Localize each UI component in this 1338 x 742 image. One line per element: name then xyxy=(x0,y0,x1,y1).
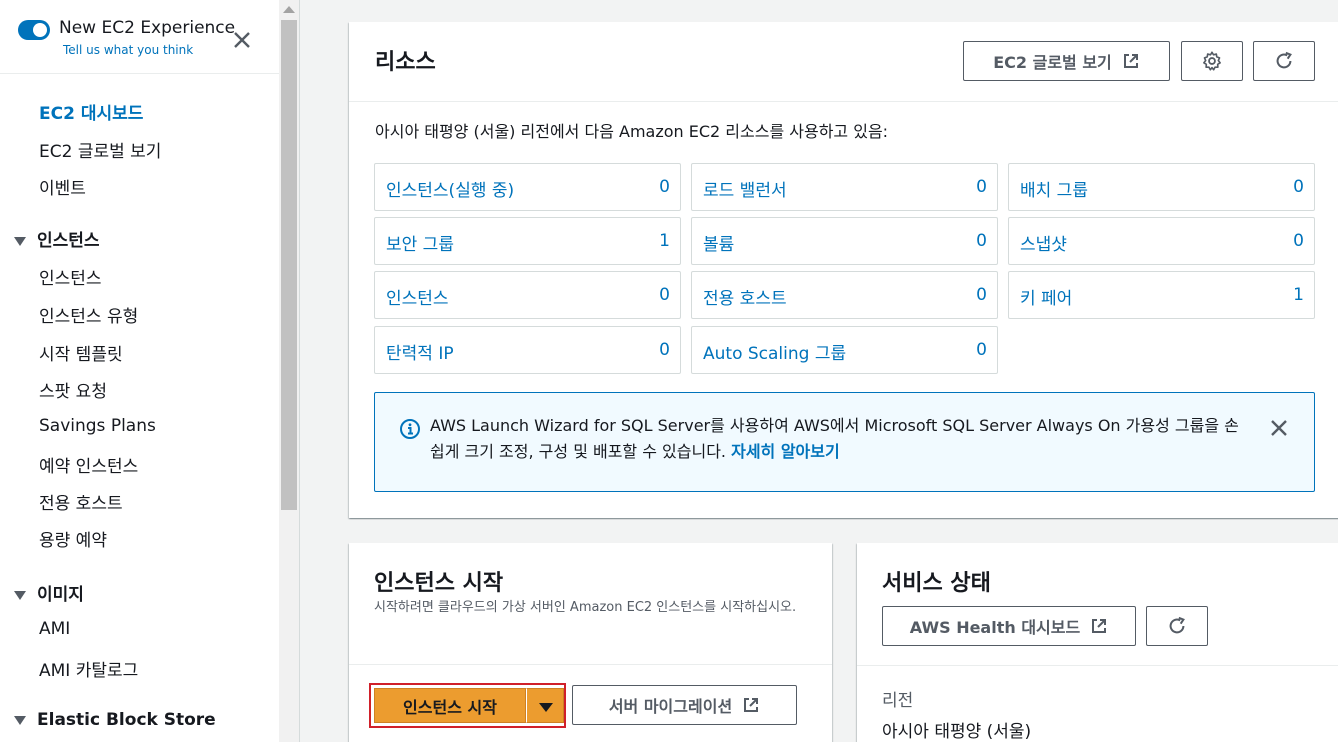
service-health-title: 서비스 상태 xyxy=(882,571,991,596)
caret-down-icon xyxy=(14,236,26,246)
settings-button[interactable] xyxy=(1181,41,1243,81)
external-link-icon xyxy=(1092,619,1107,633)
close-icon[interactable] xyxy=(230,28,254,52)
sidebar-item-ami-catalog[interactable]: AMI 카탈로그 xyxy=(39,656,138,681)
resource-tile-count: 0 xyxy=(976,340,987,360)
sidebar-section-instances[interactable]: 인스턴스 xyxy=(14,226,100,251)
resource-tile[interactable]: 전용 호스트 0 xyxy=(691,271,998,319)
sidebar-item-capacity-reservations[interactable]: 용량 예약 xyxy=(39,526,107,551)
server-migration-label: 서버 마이그레이션 xyxy=(608,697,733,716)
close-icon[interactable] xyxy=(1268,417,1290,439)
sidebar-header: New EC2 Experience Tell us what you thin… xyxy=(0,0,279,74)
caret-down-icon xyxy=(14,590,26,600)
launch-instance-button[interactable]: 인스턴스 시작 xyxy=(374,688,526,723)
resources-description: 아시아 태평양 (서울) 리전에서 다음 Amazon EC2 리소스를 사용하… xyxy=(375,122,889,141)
region-value: 아시아 태평양 (서울) xyxy=(882,722,1032,742)
resource-tile-count: 0 xyxy=(659,340,670,360)
resource-tile-label: 로드 밸런서 xyxy=(703,181,787,201)
resource-tile[interactable]: 인스턴스 0 xyxy=(374,271,681,319)
resource-tile[interactable]: 키 페어 1 xyxy=(1008,271,1315,319)
sidebar-item-instances[interactable]: 인스턴스 xyxy=(39,264,102,289)
sidebar-item-ami[interactable]: AMI xyxy=(39,619,70,639)
resource-tile-count: 0 xyxy=(1293,177,1304,197)
new-experience-label: New EC2 Experience xyxy=(59,18,236,38)
scroll-up-arrow-icon[interactable] xyxy=(283,6,295,13)
refresh-button[interactable] xyxy=(1253,41,1315,81)
sidebar-item-ec2-dashboard[interactable]: EC2 대시보드 xyxy=(39,99,143,124)
sidebar-item-ec2-global-view[interactable]: EC2 글로벌 보기 xyxy=(39,137,161,162)
service-health-panel: 서비스 상태 AWS Health 대시보드 리전 아시아 태평양 (서울) xyxy=(857,543,1338,742)
resource-tile[interactable]: 인스턴스(실행 중) 0 xyxy=(374,163,681,211)
external-link-icon xyxy=(744,698,759,712)
caret-down-icon xyxy=(539,703,553,712)
region-label: 리전 xyxy=(882,691,914,711)
resource-tile-count: 0 xyxy=(976,231,987,251)
launch-instance-dropdown-button[interactable] xyxy=(526,688,564,723)
resource-tile-label: 키 페어 xyxy=(1020,289,1073,309)
resource-tile-label: 보안 그룹 xyxy=(386,235,454,255)
sidebar-item-instance-types[interactable]: 인스턴스 유형 xyxy=(39,302,138,327)
resource-tile-label: 인스턴스(실행 중) xyxy=(386,181,515,201)
ec2-global-view-label: EC2 글로벌 보기 xyxy=(993,53,1112,72)
resource-tile[interactable]: 로드 밸런서 0 xyxy=(691,163,998,211)
resource-tile-count: 0 xyxy=(659,177,670,197)
resource-tile-count: 0 xyxy=(659,285,670,305)
resource-tile-label: 전용 호스트 xyxy=(703,289,787,309)
divider xyxy=(349,664,832,665)
sidebar-item-reserved-instances[interactable]: 예약 인스턴스 xyxy=(39,452,138,477)
sidebar-item-launch-templates[interactable]: 시작 템플릿 xyxy=(39,340,123,365)
resource-tile-label: 스냅샷 xyxy=(1020,235,1067,255)
launch-instance-title: 인스턴스 시작 xyxy=(374,571,504,596)
launch-instance-description: 시작하려면 클라우드의 가상 서버인 Amazon EC2 인스턴스를 시작하십… xyxy=(374,600,797,615)
scroll-thumb[interactable] xyxy=(281,20,297,510)
sidebar-section-ebs[interactable]: Elastic Block Store xyxy=(14,710,216,730)
aws-health-dashboard-label: AWS Health 대시보드 xyxy=(909,618,1081,637)
divider xyxy=(857,665,1338,666)
sidebar: New EC2 Experience Tell us what you thin… xyxy=(0,0,279,742)
external-link-icon xyxy=(1123,54,1138,68)
launch-instance-button-group: 인스턴스 시작 xyxy=(369,683,566,728)
resource-tile-count: 0 xyxy=(976,177,987,197)
aws-health-dashboard-button[interactable]: AWS Health 대시보드 xyxy=(882,606,1136,646)
resource-tile[interactable]: 배치 그룹 0 xyxy=(1008,163,1315,211)
refresh-icon xyxy=(1276,51,1292,69)
resource-tile[interactable]: 탄력적 IP 0 xyxy=(374,326,681,374)
resource-tile-label: 볼륨 xyxy=(703,235,735,255)
sidebar-item-events[interactable]: 이벤트 xyxy=(39,174,86,199)
ec2-global-view-button[interactable]: EC2 글로벌 보기 xyxy=(963,41,1170,81)
gear-icon xyxy=(1203,51,1221,71)
resource-tile-label: 탄력적 IP xyxy=(386,344,454,364)
info-banner: AWS Launch Wizard for SQL Server를 사용하여 A… xyxy=(374,392,1315,492)
resource-tile-label: 인스턴스 xyxy=(386,289,449,309)
learn-more-link[interactable]: 자세히 알아보기 xyxy=(731,442,840,461)
service-health-refresh-button[interactable] xyxy=(1146,606,1208,646)
caret-down-icon xyxy=(14,715,26,725)
sidebar-scrollbar[interactable] xyxy=(279,0,299,742)
resource-tile-count: 0 xyxy=(1293,231,1304,251)
sidebar-item-spot-requests[interactable]: 스팟 요청 xyxy=(39,377,107,402)
resource-tile-count: 0 xyxy=(976,285,987,305)
resource-tile-count: 1 xyxy=(659,231,670,251)
info-banner-text: AWS Launch Wizard for SQL Server를 사용하여 A… xyxy=(430,413,1250,465)
new-experience-toggle[interactable] xyxy=(18,20,50,40)
resource-tile-label: Auto Scaling 그룹 xyxy=(703,344,847,364)
launch-instance-panel: 인스턴스 시작 시작하려면 클라우드의 가상 서버인 Amazon EC2 인스… xyxy=(349,543,832,742)
server-migration-button[interactable]: 서버 마이그레이션 xyxy=(572,685,797,725)
resources-title: 리소스 xyxy=(375,50,436,75)
resource-tile[interactable]: 스냅샷 0 xyxy=(1008,217,1315,265)
sidebar-item-savings-plans[interactable]: Savings Plans xyxy=(39,416,156,436)
sidebar-section-images[interactable]: 이미지 xyxy=(14,580,84,605)
resource-tile-label: 배치 그룹 xyxy=(1020,181,1088,201)
resources-header: 리소스 EC2 글로벌 보기 xyxy=(349,22,1338,102)
resource-tile[interactable]: Auto Scaling 그룹 0 xyxy=(691,326,998,374)
resources-panel: 리소스 EC2 글로벌 보기 아시아 태평양 (서울) 리전에서 다음 Amaz… xyxy=(349,22,1338,518)
sidebar-item-dedicated-hosts[interactable]: 전용 호스트 xyxy=(39,489,123,514)
resource-tile[interactable]: 볼륨 0 xyxy=(691,217,998,265)
feedback-link[interactable]: Tell us what you think xyxy=(63,43,193,57)
info-icon xyxy=(400,419,420,439)
resource-tile-count: 1 xyxy=(1293,285,1304,305)
resource-tile[interactable]: 보안 그룹 1 xyxy=(374,217,681,265)
refresh-icon xyxy=(1169,616,1185,634)
